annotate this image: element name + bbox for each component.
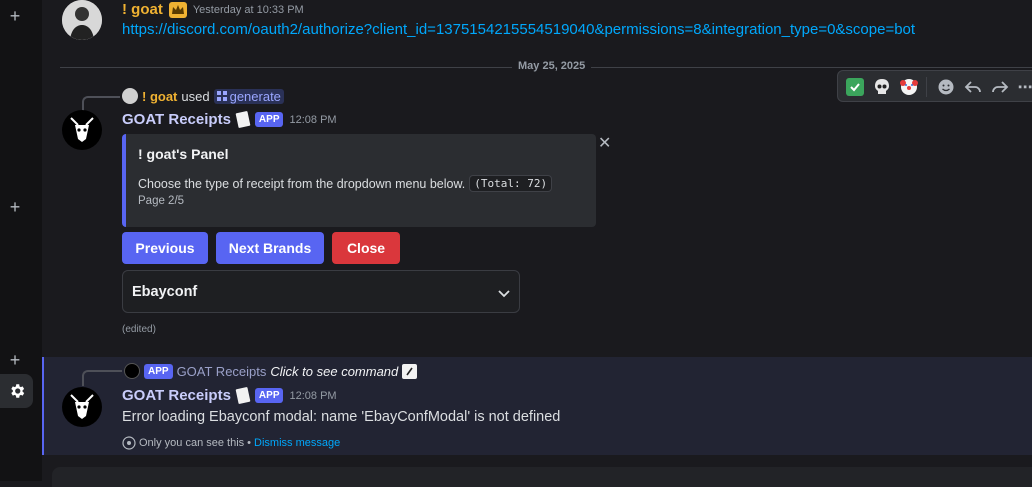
receipt-type-select[interactable]: Ebayconf [122,270,520,313]
add-icon[interactable]: + [6,351,24,369]
embed-panel: ! goat's Panel Choose the type of receip… [122,134,596,227]
reply-connector [82,96,120,112]
check-emoji-icon[interactable] [844,76,866,98]
command-icon [216,91,227,101]
embed-code-total: (Total: 72) [469,175,553,192]
close-icon[interactable]: ✕ [598,133,611,153]
app-badge: APP [254,112,284,127]
embed-description: Choose the type of receipt from the drop… [138,176,466,191]
command-slash-icon [402,363,418,379]
settings-gear-icon[interactable] [0,374,33,408]
reply-reference[interactable]: APP GOAT Receipts Click to see command [124,363,418,379]
username[interactable]: ! goat [122,1,163,18]
crown-icon [168,1,187,18]
reply-icon[interactable] [962,76,984,98]
bullet-separator: • [247,437,252,449]
message-hover-toolbar: ⋯ [837,70,1032,102]
reply-avatar [122,88,138,104]
embed-title: ! goat's Panel [138,146,229,162]
bot-avatar[interactable] [62,387,102,427]
user-avatar[interactable] [62,0,102,40]
add-icon[interactable]: + [6,198,24,216]
timestamp: 12:08 PM [289,389,337,402]
edited-label: (edited) [122,324,156,335]
message-input-bar[interactable] [52,467,1032,487]
bot-name[interactable]: GOAT Receipts [122,387,231,404]
slash-command-chip[interactable]: generate [213,88,284,104]
oauth-link[interactable]: https://discord.com/oauth2/authorize?cli… [122,21,915,38]
add-icon[interactable]: + [6,7,24,25]
previous-button[interactable]: Previous [122,232,208,264]
server-rail: + + + [0,0,42,481]
receipt-emoji-icon [235,110,251,129]
close-button[interactable]: Close [332,232,400,264]
bot-name[interactable]: GOAT Receipts [122,111,231,128]
app-badge: APP [144,363,173,379]
forward-icon[interactable] [989,76,1011,98]
only-you-label: Only you can see this [139,437,245,449]
more-icon[interactable]: ⋯ [1014,76,1032,98]
reply-used-label: used [181,88,210,104]
eye-icon [122,436,136,450]
embed-footer: Page 2/5 [138,195,185,207]
reply-username[interactable]: ! goat [142,89,177,104]
clown-emoji-icon[interactable] [898,76,920,98]
reply-reference[interactable]: ! goat used generate [122,88,284,104]
toolbar-separator [926,77,927,97]
chat-main: ! goat Yesterday at 10:33 PM https://dis… [42,0,1032,487]
add-reaction-icon[interactable] [935,76,957,98]
reply-bot-name[interactable]: GOAT Receipts [177,364,267,379]
skull-emoji-icon[interactable] [871,76,893,98]
reply-connector [82,370,122,386]
bot-avatar[interactable] [62,110,102,150]
dismiss-message-link[interactable]: Dismiss message [254,437,340,449]
timestamp: Yesterday at 10:33 PM [192,3,304,16]
next-brands-button[interactable]: Next Brands [216,232,324,264]
error-message-text: Error loading Ebayconf modal: name 'Ebay… [122,409,561,425]
app-badge: APP [254,388,284,403]
ephemeral-message: APP GOAT Receipts Click to see command G… [42,357,1032,455]
reply-bot-avatar [124,363,140,379]
click-to-see-command[interactable]: Click to see command [270,364,398,379]
slash-command-name: generate [229,88,281,104]
receipt-emoji-icon [235,386,251,405]
date-divider-label: May 25, 2025 [512,60,592,72]
timestamp: 12:08 PM [289,113,337,126]
select-value: Ebayconf [132,284,198,300]
chevron-down-icon [498,290,510,298]
